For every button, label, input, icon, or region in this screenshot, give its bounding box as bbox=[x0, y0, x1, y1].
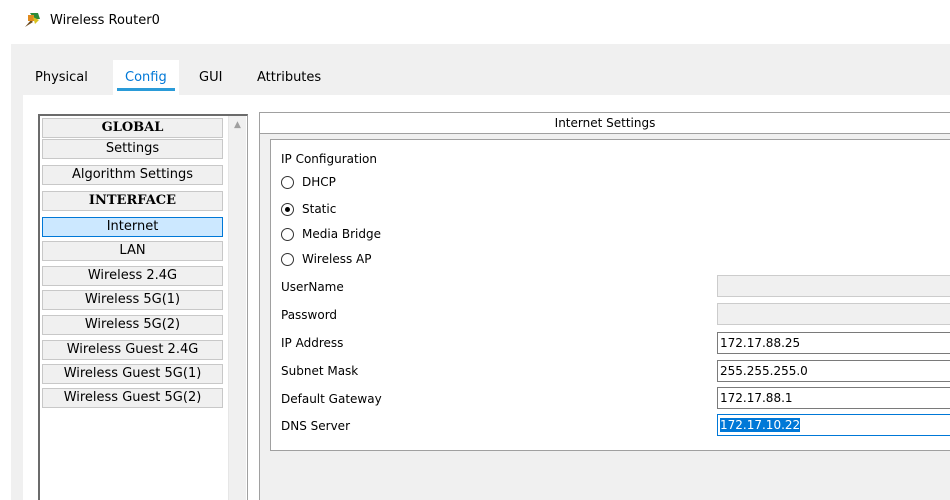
router-icon bbox=[25, 13, 40, 27]
selected-text: 172.17.10.22 bbox=[720, 418, 801, 432]
nav-item-wireless-5g-2[interactable]: Wireless 5G(2) bbox=[42, 315, 223, 335]
tab-config[interactable]: Config bbox=[113, 60, 179, 95]
ip-configuration-label: IP Configuration bbox=[281, 152, 377, 166]
config-nav-list: GLOBAL Settings Algorithm Settings INTER… bbox=[38, 114, 248, 500]
default-gateway-label: Default Gateway bbox=[281, 392, 382, 406]
nav-item-wireless-2-4g[interactable]: Wireless 2.4G bbox=[42, 266, 223, 286]
username-label: UserName bbox=[281, 280, 344, 294]
nav-header-interface: INTERFACE bbox=[42, 191, 223, 211]
nav-header-global: GLOBAL bbox=[42, 118, 223, 138]
device-dialog: Physical Config GUI Attributes GLOBAL Se… bbox=[11, 44, 950, 500]
tab-physical[interactable]: Physical bbox=[35, 60, 88, 95]
radio-button[interactable] bbox=[281, 253, 294, 266]
subnet-mask-input[interactable]: 255.255.255.0 bbox=[717, 360, 950, 382]
dns-server-input[interactable]: 172.17.10.22 bbox=[717, 414, 950, 436]
nav-item-internet[interactable]: Internet bbox=[42, 217, 223, 237]
title-bar: Wireless Router0 bbox=[0, 0, 950, 44]
nav-item-wireless-guest-2-4g[interactable]: Wireless Guest 2.4G bbox=[42, 340, 223, 360]
ip-address-input[interactable]: 172.17.88.25 bbox=[717, 332, 950, 354]
tab-gui[interactable]: GUI bbox=[199, 60, 222, 95]
tab-attributes[interactable]: Attributes bbox=[257, 60, 321, 95]
nav-scrollbar[interactable]: ▲ bbox=[228, 116, 246, 500]
nav-item-algorithm-settings[interactable]: Algorithm Settings bbox=[42, 165, 223, 185]
nav-item-wireless-5g-1[interactable]: Wireless 5G(1) bbox=[42, 290, 223, 310]
nav-item-wireless-guest-5g-1[interactable]: Wireless Guest 5G(1) bbox=[42, 364, 223, 384]
nav-item-settings[interactable]: Settings bbox=[42, 139, 223, 159]
radio-button[interactable] bbox=[281, 228, 294, 241]
internet-settings-panel: Internet Settings IP Configuration DHCP … bbox=[259, 112, 950, 500]
scroll-up-arrow-icon[interactable]: ▲ bbox=[229, 118, 246, 132]
radio-button[interactable] bbox=[281, 176, 294, 189]
window-title: Wireless Router0 bbox=[50, 13, 160, 28]
ip-config-group: IP Configuration DHCP Static Media Bridg… bbox=[270, 139, 950, 451]
radio-button-checked[interactable] bbox=[281, 203, 294, 216]
radio-dot-icon bbox=[285, 207, 290, 212]
dns-server-label: DNS Server bbox=[281, 419, 350, 433]
default-gateway-input[interactable]: 172.17.88.1 bbox=[717, 387, 950, 409]
subnet-mask-label: Subnet Mask bbox=[281, 364, 359, 378]
nav-item-lan[interactable]: LAN bbox=[42, 241, 223, 261]
password-input[interactable] bbox=[717, 303, 950, 325]
ip-address-label: IP Address bbox=[281, 336, 344, 350]
active-tab-indicator bbox=[117, 88, 175, 91]
config-content: GLOBAL Settings Algorithm Settings INTER… bbox=[23, 95, 950, 500]
username-input[interactable] bbox=[717, 275, 950, 297]
panel-title: Internet Settings bbox=[260, 113, 950, 134]
password-label: Password bbox=[281, 308, 338, 322]
nav-item-wireless-guest-5g-2[interactable]: Wireless Guest 5G(2) bbox=[42, 388, 223, 408]
